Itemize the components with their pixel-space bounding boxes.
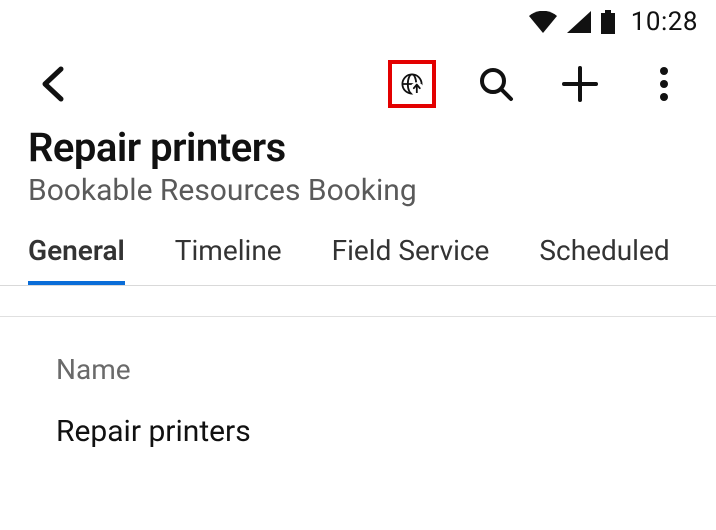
battery-icon [601, 10, 615, 34]
field-name-value: Repair printers [56, 414, 660, 449]
globe-upload-icon [400, 64, 424, 104]
search-button[interactable] [472, 60, 520, 108]
add-button[interactable] [556, 60, 604, 108]
page-subtitle: Bookable Resources Booking [28, 173, 688, 208]
tab-bar: General Timeline Field Service Scheduled [0, 220, 716, 286]
upload-online-button[interactable] [388, 60, 436, 108]
back-button[interactable] [28, 60, 76, 108]
tab-general[interactable]: General [28, 234, 125, 285]
overflow-menu-button[interactable] [640, 60, 688, 108]
status-time: 10:28 [631, 7, 698, 37]
page-title: Repair printers [28, 124, 688, 171]
wifi-icon [529, 11, 557, 33]
form-area: Name Repair printers [0, 286, 716, 449]
search-icon [477, 65, 515, 103]
app-bar [0, 44, 716, 124]
tab-field-service[interactable]: Field Service [332, 234, 490, 285]
plus-icon [562, 66, 598, 102]
field-name[interactable]: Name Repair printers [0, 317, 716, 449]
status-bar: 10:28 [0, 0, 716, 44]
page-header: Repair printers Bookable Resources Booki… [0, 124, 716, 220]
tab-timeline[interactable]: Timeline [175, 234, 282, 285]
field-name-label: Name [56, 353, 660, 386]
chevron-left-icon [39, 65, 65, 103]
tab-scheduled[interactable]: Scheduled [539, 234, 669, 285]
cellular-icon [567, 11, 591, 33]
more-vertical-icon [659, 66, 669, 102]
